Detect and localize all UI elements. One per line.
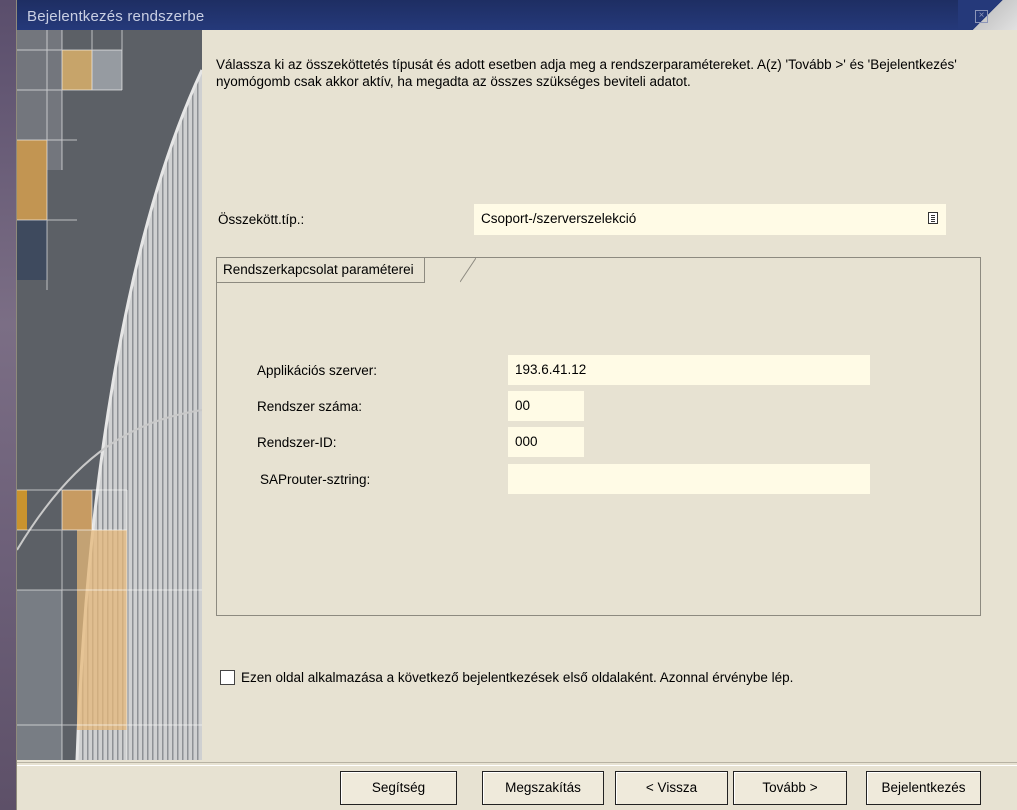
connection-type-dropdown[interactable]: Csoport-/szerverszelekció	[474, 204, 946, 235]
app-server-label: Applikációs szerver:	[257, 363, 378, 378]
help-button[interactable]: Segítség	[340, 771, 457, 805]
group-tab-slant	[460, 258, 476, 283]
dropdown-list-icon[interactable]	[928, 212, 938, 224]
next-button[interactable]: Tovább >	[733, 771, 847, 805]
login-button[interactable]: Bejelentkezés	[866, 771, 981, 805]
window-title: Bejelentkezés rendszerbe	[27, 8, 205, 25]
next-button-label: Tovább >	[762, 780, 818, 795]
cancel-button[interactable]: Megszakítás	[482, 771, 604, 805]
saprouter-label: SAProuter-sztring:	[260, 472, 371, 487]
instructions-text: Válassza ki az összeköttetés típusát és …	[216, 57, 957, 89]
back-button[interactable]: < Vissza	[615, 771, 728, 805]
system-id-input[interactable]: 000	[508, 427, 584, 457]
login-dialog: Bejelentkezés rendszerbe × Válassza ki a…	[16, 0, 1017, 810]
cancel-button-label: Megszakítás	[505, 780, 581, 795]
help-button-label: Segítség	[371, 780, 426, 795]
group-title: Rendszerkapcsolat paraméterei	[217, 258, 425, 283]
connection-type-value: Csoport-/szerverszelekció	[481, 211, 637, 226]
login-button-label: Bejelentkezés	[881, 780, 966, 795]
back-button-label: < Vissza	[645, 780, 698, 795]
system-number-label: Rendszer száma:	[257, 399, 363, 414]
saprouter-input[interactable]	[508, 464, 870, 494]
first-page-checkbox-label[interactable]: Ezen oldal alkalmazása a következő bejel…	[241, 670, 793, 685]
close-icon[interactable]: ×	[975, 10, 988, 23]
system-id-label: Rendszer-ID:	[257, 435, 337, 450]
system-number-input[interactable]: 00	[508, 391, 584, 421]
button-separator	[17, 762, 1017, 766]
app-server-input[interactable]: 193.6.41.12	[508, 355, 870, 385]
first-page-checkbox[interactable]	[220, 670, 235, 685]
title-bar[interactable]: Bejelentkezés rendszerbe ×	[17, 0, 1017, 30]
connection-type-label: Összekött.típ.:	[218, 212, 305, 227]
decorative-side-image	[17, 30, 202, 760]
